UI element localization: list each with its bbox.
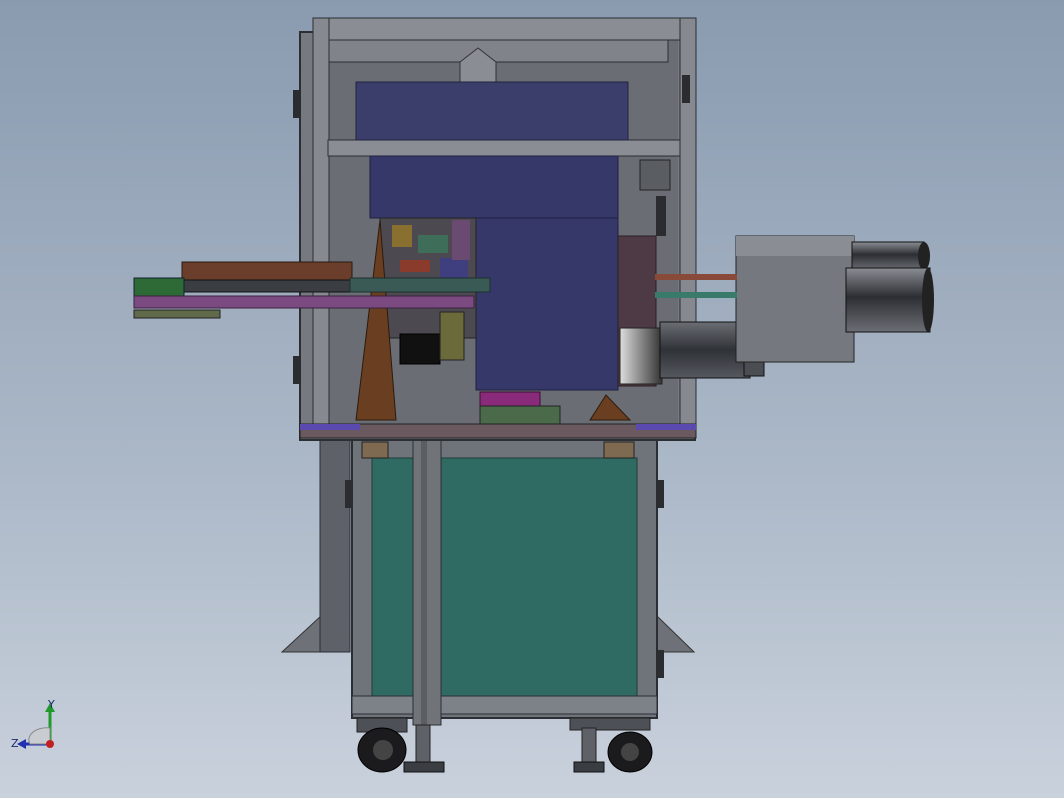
z-axis-label: Z xyxy=(11,737,19,750)
top-rail-2 xyxy=(327,39,669,63)
cabinet-crossbar xyxy=(351,695,658,715)
conveyor-belt xyxy=(181,261,353,283)
actuator-block xyxy=(399,333,441,365)
right-foot-gusset xyxy=(655,613,696,653)
left-foot-gusset xyxy=(280,613,323,653)
roller-cylinder xyxy=(619,327,663,385)
conveyor-base xyxy=(133,277,185,297)
left-upright xyxy=(312,17,330,439)
drive-motor-lower xyxy=(845,267,934,333)
leveling-foot-left xyxy=(403,724,445,773)
machine-model[interactable] xyxy=(133,17,934,773)
main-housing-lower xyxy=(475,217,619,391)
main-housing xyxy=(369,155,619,219)
slide-rail xyxy=(133,295,475,309)
slide-rail-lower xyxy=(133,309,221,319)
left-lower-column xyxy=(319,439,351,653)
belt-line xyxy=(655,274,737,280)
drive-motor-upper xyxy=(851,241,930,271)
lower-cabinet-panel xyxy=(371,457,638,697)
top-enclosure-box xyxy=(355,81,629,141)
coordinate-triad: Y Z xyxy=(11,698,55,750)
x-axis-dot-icon xyxy=(46,740,54,748)
cross-plate xyxy=(349,277,491,293)
top-rail xyxy=(312,17,697,41)
right-caster xyxy=(569,717,653,773)
mid-rail xyxy=(327,139,681,157)
left-caster xyxy=(356,717,408,773)
cad-viewport[interactable] xyxy=(0,0,1064,798)
y-axis-label: Y xyxy=(47,698,55,711)
